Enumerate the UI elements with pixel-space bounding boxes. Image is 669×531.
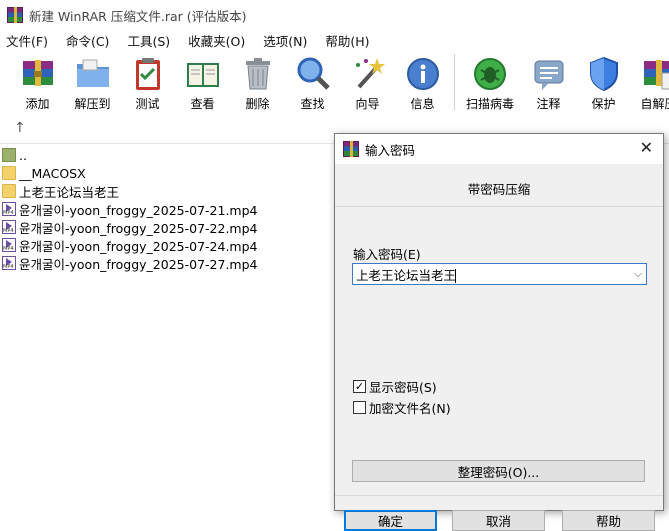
toolbar-comment-button[interactable]: 注释 [521, 50, 576, 112]
toolbar-label: 向导 [355, 95, 379, 112]
test-clipboard-icon [129, 55, 167, 93]
toolbar-info-button[interactable]: 信息 [395, 50, 450, 112]
toolbar-label: 扫描病毒 [466, 95, 514, 112]
help-button[interactable]: 帮助 [562, 510, 655, 531]
toolbar-label: 查找 [300, 95, 324, 112]
file-name: 윤개굴이-yoon_froggy_2025-07-22.mp4 [19, 218, 258, 237]
menu-help[interactable]: 帮助(H) [323, 30, 371, 51]
toolbar-label: 解压到 [74, 95, 110, 112]
menu-bar: 文件(F) 命令(C) 工具(S) 收藏夹(O) 选项(N) 帮助(H) [0, 30, 669, 50]
info-icon [404, 55, 442, 93]
toolbar-label: 测试 [135, 95, 159, 112]
text-caret [455, 269, 456, 283]
toolbar-wizard-button[interactable]: 向导 [340, 50, 395, 112]
window-title: 新建 WinRAR 压缩文件.rar (评估版本) [29, 6, 246, 25]
trash-icon [239, 55, 277, 93]
comment-icon [530, 55, 568, 93]
toolbar-label: 注释 [536, 95, 560, 112]
checkbox-unchecked[interactable] [353, 401, 366, 414]
menu-commands[interactable]: 命令(C) [64, 30, 111, 51]
toolbar-label: 自解压 [640, 95, 669, 112]
up-arrow-icon[interactable]: ↑ [14, 120, 26, 136]
mp4-file-icon [2, 256, 16, 270]
dialog-title: 输入密码 [365, 140, 415, 159]
toolbar-virus-scan-button[interactable]: 扫描病毒 [459, 50, 521, 112]
dialog-titlebar: 输入密码 ✕ [335, 134, 663, 164]
toolbar: 添加 解压到 测试 [0, 50, 669, 114]
cancel-button[interactable]: 取消 [452, 510, 545, 531]
file-name: 윤개굴이-yoon_froggy_2025-07-27.mp4 [19, 254, 258, 273]
folder-icon [2, 184, 16, 198]
toolbar-label: 保护 [591, 95, 615, 112]
checkbox-label: 显示密码(S) [369, 377, 437, 396]
password-dialog: 输入密码 ✕ 带密码压缩 输入密码(E) 上老王论坛当老王 ⌵ ✓ 显示密码(S… [334, 133, 664, 511]
mp4-file-icon [2, 220, 16, 234]
organize-passwords-button[interactable]: 整理密码(O)... [352, 460, 645, 482]
toolbar-delete-button[interactable]: 删除 [230, 50, 285, 112]
close-icon[interactable]: ✕ [640, 139, 653, 157]
toolbar-label: 删除 [245, 95, 269, 112]
menu-options[interactable]: 选项(N) [261, 30, 309, 51]
encrypt-filenames-checkbox[interactable]: 加密文件名(N) [353, 398, 451, 417]
chevron-down-icon[interactable]: ⌵ [630, 269, 646, 280]
window-titlebar: 新建 WinRAR 压缩文件.rar (评估版本) [0, 0, 669, 30]
view-book-icon [184, 55, 222, 93]
wizard-wand-icon [349, 55, 387, 93]
password-input[interactable]: 上老王论坛当老王 [353, 265, 630, 284]
magnifier-icon [294, 55, 332, 93]
divider [335, 206, 663, 207]
file-name: 윤개굴이-yoon_froggy_2025-07-21.mp4 [19, 200, 258, 219]
mp4-file-icon [2, 202, 16, 216]
menu-file[interactable]: 文件(F) [4, 30, 50, 51]
show-password-checkbox[interactable]: ✓ 显示密码(S) [353, 377, 437, 396]
file-name: __MACOSX [19, 166, 86, 181]
checkbox-checked[interactable]: ✓ [353, 380, 366, 393]
add-archive-icon [19, 55, 57, 93]
shield-icon [585, 55, 623, 93]
toolbar-view-button[interactable]: 查看 [175, 50, 230, 112]
toolbar-label: 查看 [190, 95, 214, 112]
dialog-body: 带密码压缩 输入密码(E) 上老王论坛当老王 ⌵ ✓ 显示密码(S) 加密文件名… [335, 164, 663, 510]
virus-scan-icon [471, 55, 509, 93]
toolbar-label: 信息 [410, 95, 434, 112]
mp4-file-icon [2, 238, 16, 252]
parent-folder-icon [2, 148, 16, 162]
file-name: 윤개굴이-yoon_froggy_2025-07-24.mp4 [19, 236, 258, 255]
toolbar-protect-button[interactable]: 保护 [576, 50, 631, 112]
folder-icon [2, 166, 16, 180]
extract-folder-icon [74, 55, 112, 93]
toolbar-separator [454, 54, 455, 110]
checkbox-label: 加密文件名(N) [369, 398, 451, 417]
toolbar-find-button[interactable]: 查找 [285, 50, 340, 112]
dialog-subtitle: 带密码压缩 [335, 179, 663, 198]
toolbar-test-button[interactable]: 测试 [120, 50, 175, 112]
toolbar-add-button[interactable]: 添加 [10, 50, 65, 112]
toolbar-label: 添加 [25, 95, 49, 112]
password-label: 输入密码(E) [353, 244, 421, 263]
winrar-dialog-icon [343, 141, 359, 157]
toolbar-extract-button[interactable]: 解压到 [65, 50, 120, 112]
divider [335, 495, 663, 496]
file-name: 上老王论坛当老王 [19, 182, 119, 201]
ok-button[interactable]: 确定 [344, 510, 437, 531]
file-name: .. [19, 148, 27, 163]
sfx-archive-icon [640, 55, 669, 93]
menu-favorites[interactable]: 收藏夹(O) [186, 30, 247, 51]
password-value: 上老王论坛当老王 [356, 268, 456, 283]
winrar-app-icon [7, 7, 23, 23]
menu-tools[interactable]: 工具(S) [125, 30, 172, 51]
toolbar-sfx-button[interactable]: 自解压 [631, 50, 669, 112]
password-combobox[interactable]: 上老王论坛当老王 ⌵ [352, 263, 647, 285]
